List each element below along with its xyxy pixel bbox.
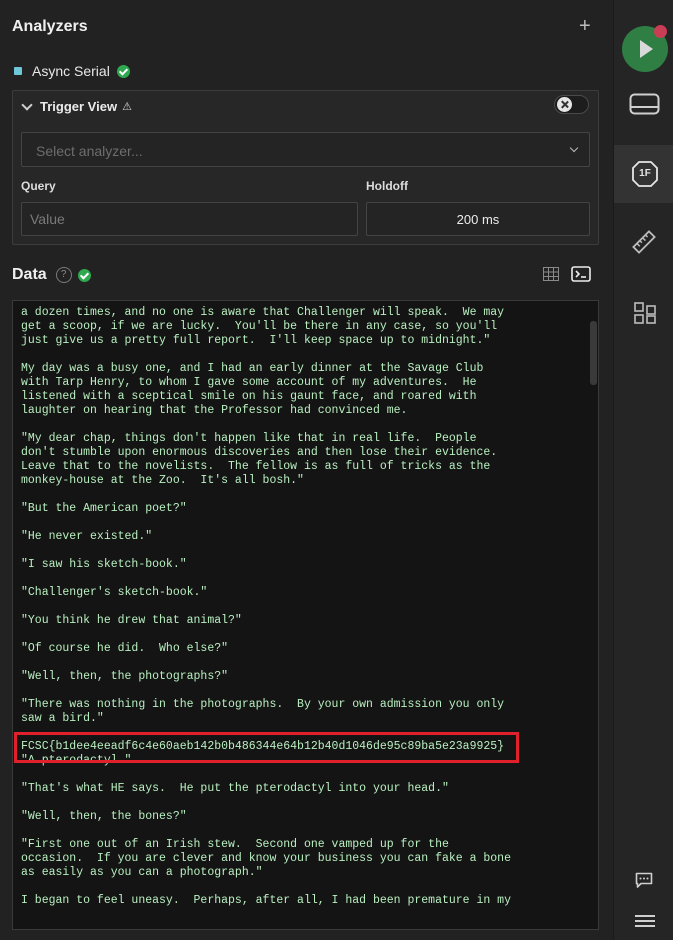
extensions-icon bbox=[634, 302, 656, 324]
query-label: Query bbox=[21, 179, 56, 193]
check-circle-icon bbox=[77, 268, 91, 282]
holdoff-field[interactable]: 200 ms bbox=[366, 202, 590, 236]
query-field[interactable] bbox=[21, 202, 358, 236]
flag-highlight-box bbox=[14, 732, 519, 763]
start-capture-button[interactable] bbox=[614, 8, 673, 78]
help-icon[interactable]: ? bbox=[55, 267, 72, 283]
terminal-output[interactable]: a dozen times, and no one is aware that … bbox=[12, 300, 599, 930]
analyzer-select-placeholder: Select analyzer... bbox=[36, 143, 143, 159]
data-section-header: Data ? bbox=[12, 266, 91, 284]
analyzer-name: Async Serial bbox=[32, 63, 110, 79]
add-analyzer-button[interactable]: + bbox=[579, 14, 591, 38]
terminal-text: a dozen times, and no one is aware that … bbox=[21, 306, 511, 907]
chevron-down-icon bbox=[569, 143, 579, 153]
analyzers-tab-button[interactable]: 1F bbox=[614, 145, 673, 203]
trigger-view-header[interactable]: Trigger View ⚠ bbox=[21, 99, 132, 114]
chat-icon bbox=[635, 872, 653, 888]
trigger-view-title: Trigger View bbox=[40, 99, 118, 114]
terminal-view-icon[interactable] bbox=[571, 266, 591, 282]
analyzer-item-async-serial[interactable]: Async Serial bbox=[14, 62, 130, 80]
feedback-button[interactable] bbox=[614, 852, 673, 896]
main-menu-button[interactable] bbox=[614, 900, 673, 940]
right-sidebar: 1F bbox=[613, 0, 673, 940]
data-title: Data bbox=[12, 266, 47, 283]
menu-icon bbox=[635, 915, 655, 927]
analyzer-color-swatch bbox=[14, 67, 22, 75]
ruler-icon bbox=[632, 230, 656, 254]
close-icon bbox=[557, 97, 572, 112]
terminal-scrollbar[interactable] bbox=[590, 321, 597, 385]
analyzers-icon-label: 1F bbox=[639, 168, 651, 179]
table-view-icon[interactable] bbox=[543, 267, 559, 281]
extensions-button[interactable] bbox=[614, 284, 673, 342]
app-window: Analyzers + Async Serial Trigger View ⚠ … bbox=[0, 0, 673, 940]
warning-icon: ⚠ bbox=[122, 101, 132, 113]
holdoff-value: 200 ms bbox=[456, 212, 500, 227]
measurements-button[interactable] bbox=[614, 214, 673, 272]
device-button[interactable] bbox=[614, 76, 673, 134]
trigger-view-toggle[interactable] bbox=[554, 95, 589, 114]
device-icon bbox=[629, 93, 660, 115]
analyzer-select[interactable]: Select analyzer... bbox=[21, 132, 590, 167]
main-panel: Analyzers + Async Serial Trigger View ⚠ … bbox=[0, 0, 613, 940]
analyzers-title: Analyzers bbox=[12, 18, 88, 35]
query-input[interactable] bbox=[22, 203, 357, 235]
holdoff-label: Holdoff bbox=[366, 179, 408, 193]
notification-badge bbox=[654, 25, 667, 38]
check-circle-icon bbox=[116, 64, 130, 78]
chevron-down-icon bbox=[21, 99, 33, 111]
trigger-view-panel: Trigger View ⚠ Select analyzer... Query … bbox=[12, 90, 599, 245]
